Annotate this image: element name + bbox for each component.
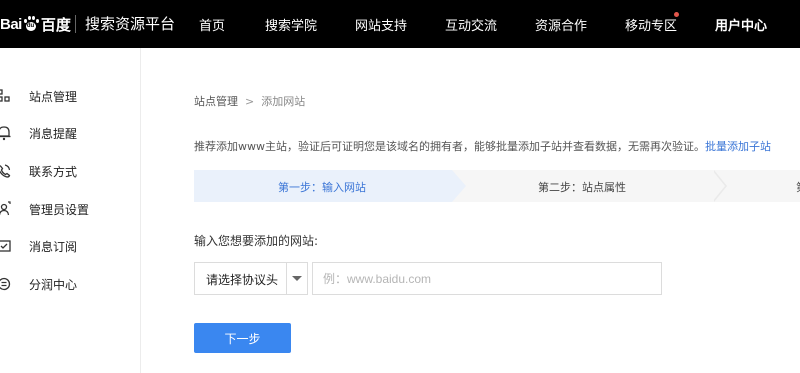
sidebar-item-contact[interactable]: 联系方式 bbox=[0, 159, 140, 183]
caret-down-icon[interactable] bbox=[292, 276, 302, 281]
logo-bai-text: Bai bbox=[0, 15, 22, 33]
step-3-label: 第 bbox=[796, 179, 800, 195]
sidebar-item-label: 消息订阅 bbox=[29, 240, 78, 254]
logo-cn-text: 百度 bbox=[40, 15, 71, 34]
sidebar-item-label: 联系方式 bbox=[29, 165, 78, 179]
nav-community[interactable]: 互动交流 bbox=[445, 15, 497, 34]
nav-user-center[interactable]: 用户中心 bbox=[715, 15, 767, 34]
site-management-icon bbox=[0, 89, 10, 102]
breadcrumb: 站点管理 > 添加网站 bbox=[194, 93, 305, 109]
next-step-button[interactable]: 下一步 bbox=[194, 323, 291, 353]
top-navigation-bar: Bai du 百度 搜索资源平台 首页 搜索学院 网站支持 互动交流 资源合作 … bbox=[0, 0, 800, 48]
sidebar-item-site-management[interactable]: 站点管理 bbox=[0, 84, 140, 108]
sidebar-item-label: 管理员设置 bbox=[29, 203, 90, 217]
site-field-label: 输入您想要添加的网站: bbox=[194, 234, 319, 248]
sidebar: 站点管理 消息提醒 联系方式 管理员设置 消息订阅 分润中心 bbox=[0, 48, 141, 373]
notification-dot bbox=[674, 12, 679, 17]
sidebar-item-revenue-share[interactable]: 分润中心 bbox=[0, 272, 140, 296]
step-1-arrow bbox=[452, 170, 466, 202]
product-name: 搜索资源平台 bbox=[85, 15, 176, 33]
bell-icon bbox=[0, 126, 11, 141]
logo-divider bbox=[75, 15, 76, 33]
phone-icon bbox=[0, 164, 11, 178]
nav-resource-cooperation[interactable]: 资源合作 bbox=[535, 15, 587, 34]
sidebar-item-label: 分润中心 bbox=[29, 278, 78, 292]
breadcrumb-parent[interactable]: 站点管理 bbox=[194, 95, 238, 108]
step-2-label: 第二步：站点属性 bbox=[538, 181, 626, 194]
subscription-icon bbox=[0, 240, 11, 252]
revenue-share-icon bbox=[0, 277, 11, 291]
nav-site-support[interactable]: 网站支持 bbox=[355, 15, 407, 34]
nav-mobile-zone[interactable]: 移动专区 bbox=[625, 15, 677, 34]
select-divider bbox=[286, 263, 287, 294]
step-1-label: 第一步：输入网站 bbox=[278, 181, 366, 194]
intro-text-line: 推荐添加www主站，验证后可证明您是该域名的拥有者，能够批量添加子站并查看数据，… bbox=[194, 138, 771, 154]
nav-search-academy[interactable]: 搜索学院 bbox=[265, 15, 317, 34]
nav-home[interactable]: 首页 bbox=[199, 15, 225, 34]
sidebar-item-label: 站点管理 bbox=[29, 90, 78, 104]
sidebar-item-notifications[interactable]: 消息提醒 bbox=[0, 121, 140, 145]
step-progress-bar: 第一步：输入网站 第二步：站点属性 第 bbox=[194, 170, 800, 202]
admin-user-icon bbox=[0, 201, 11, 216]
paw-icon: du bbox=[23, 16, 39, 32]
protocol-selected-value: 请选择协议头 bbox=[206, 273, 279, 287]
breadcrumb-current: 添加网站 bbox=[261, 95, 306, 108]
protocol-select[interactable]: 请选择协议头 bbox=[194, 262, 308, 295]
bulk-add-subsites-link[interactable]: 批量添加子站 bbox=[705, 140, 771, 153]
site-url-input[interactable] bbox=[312, 262, 662, 295]
sidebar-item-subscription[interactable]: 消息订阅 bbox=[0, 234, 140, 258]
sidebar-item-admin-settings[interactable]: 管理员设置 bbox=[0, 197, 140, 221]
sidebar-item-label: 消息提醒 bbox=[29, 127, 78, 141]
baidu-logo[interactable]: Bai du 百度 bbox=[0, 13, 71, 35]
breadcrumb-separator: > bbox=[245, 95, 255, 108]
intro-text: 推荐添加www主站，验证后可证明您是该域名的拥有者，能够批量添加子站并查看数据，… bbox=[194, 140, 705, 153]
